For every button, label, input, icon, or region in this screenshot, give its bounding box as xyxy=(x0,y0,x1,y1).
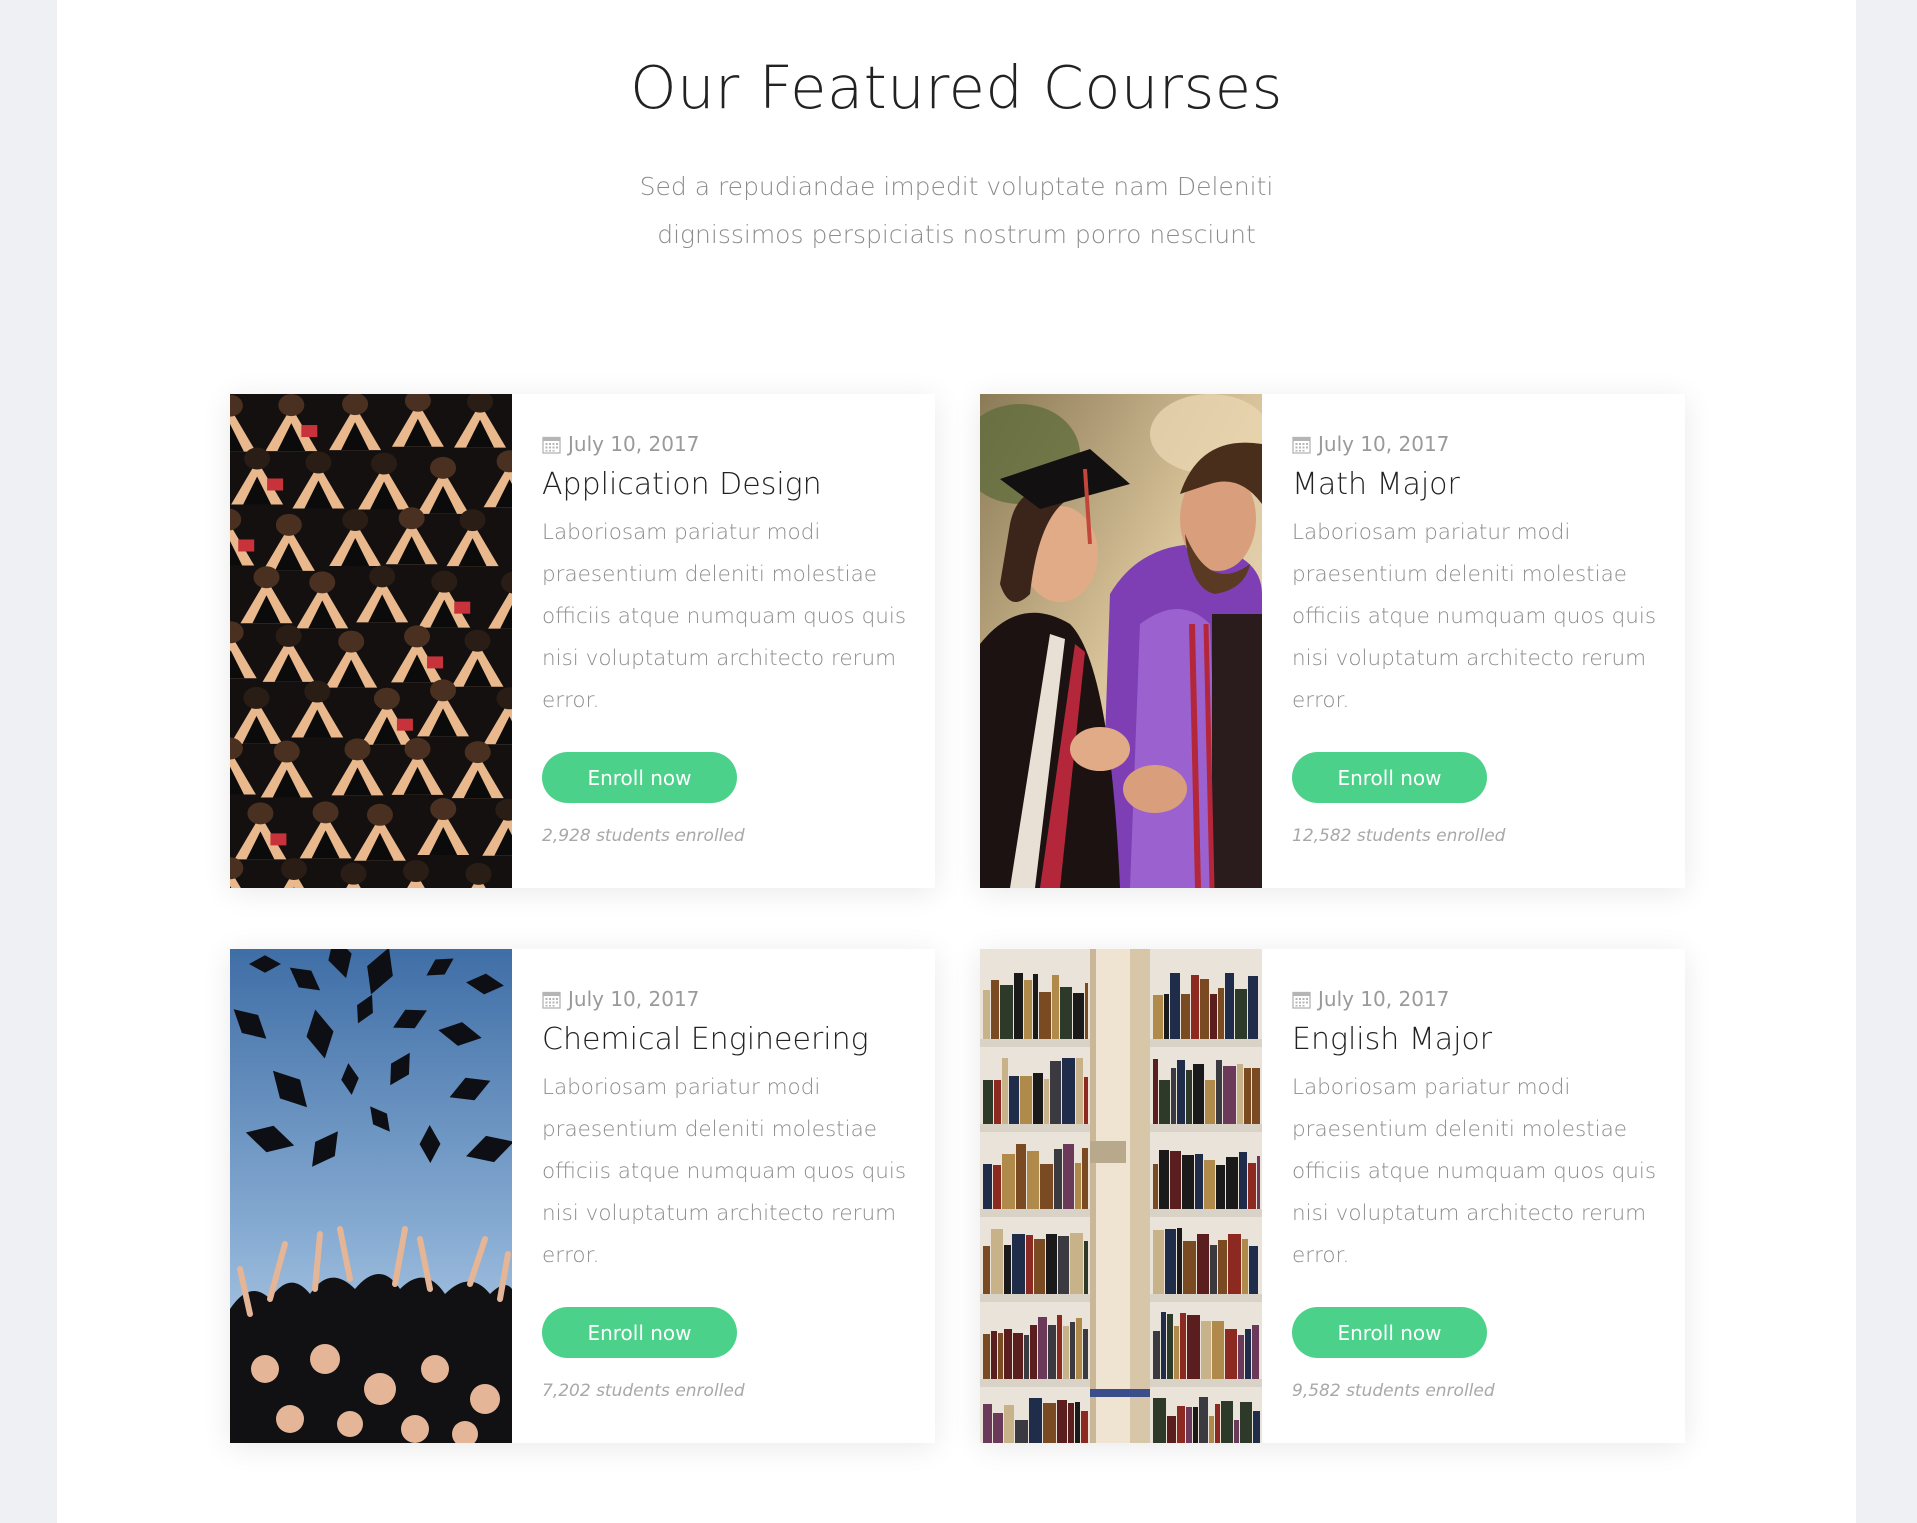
course-card-body: July 10, 2017 English Major Laboriosam p… xyxy=(1262,949,1685,1443)
course-card-body: July 10, 2017 Application Design Laborio… xyxy=(512,394,935,888)
course-image-caps-thrown[interactable] xyxy=(230,949,512,1443)
course-description: Laboriosam pariatur modi praesentium del… xyxy=(542,1075,907,1268)
subtitle-line-1: Sed a repudiandae impedit voluptate nam … xyxy=(639,172,1274,201)
course-image-graduates-crowd[interactable] xyxy=(230,394,512,888)
course-date: July 10, 2017 xyxy=(1292,432,1449,456)
students-enrolled-count: 9,582 students enrolled xyxy=(1292,1381,1495,1401)
course-title[interactable]: Application Design xyxy=(542,465,822,505)
caps-thrown-photo xyxy=(230,949,512,1443)
students-enrolled-count: 7,202 students enrolled xyxy=(542,1381,745,1401)
course-description: Laboriosam pariatur modi praesentium del… xyxy=(1292,520,1657,713)
course-card[interactable]: July 10, 2017 Math Major Laboriosam pari… xyxy=(980,394,1685,888)
course-date-text: July 10, 2017 xyxy=(1318,432,1450,456)
subtitle-line-2: dignissimos perspiciatis nostrum porro n… xyxy=(657,220,1256,249)
course-card[interactable]: July 10, 2017 English Major Laboriosam p… xyxy=(980,949,1685,1443)
course-title[interactable]: Math Major xyxy=(1292,465,1460,505)
library-shelves-photo xyxy=(980,949,1262,1443)
calendar-icon xyxy=(542,991,561,1009)
course-card-body: July 10, 2017 Math Major Laboriosam pari… xyxy=(1262,394,1685,888)
course-title[interactable]: English Major xyxy=(1292,1020,1492,1060)
course-image-graduate-couple[interactable] xyxy=(980,394,1262,888)
course-title[interactable]: Chemical Engineering xyxy=(542,1020,869,1060)
enroll-now-button[interactable]: Enroll now xyxy=(542,752,737,803)
course-date-text: July 10, 2017 xyxy=(1318,987,1450,1011)
course-date: July 10, 2017 xyxy=(1292,987,1449,1011)
course-card[interactable]: July 10, 2017 Application Design Laborio… xyxy=(230,394,935,888)
students-enrolled-count: 12,582 students enrolled xyxy=(1292,826,1506,846)
course-image-library-shelves[interactable] xyxy=(980,949,1262,1443)
courses-section: Our Featured Courses Sed a repudiandae i… xyxy=(57,0,1856,1523)
enroll-now-button[interactable]: Enroll now xyxy=(1292,1307,1487,1358)
course-date: July 10, 2017 xyxy=(542,432,699,456)
course-description: Laboriosam pariatur modi praesentium del… xyxy=(542,520,907,713)
course-card[interactable]: July 10, 2017 Chemical Engineering Labor… xyxy=(230,949,935,1443)
course-date-text: July 10, 2017 xyxy=(568,987,700,1011)
enroll-now-button[interactable]: Enroll now xyxy=(1292,752,1487,803)
students-enrolled-count: 2,928 students enrolled xyxy=(542,826,745,846)
calendar-icon xyxy=(1292,991,1311,1009)
course-date: July 10, 2017 xyxy=(542,987,699,1011)
course-date-text: July 10, 2017 xyxy=(568,432,700,456)
section-subtitle: Sed a repudiandae impedit voluptate nam … xyxy=(57,163,1856,259)
graduate-couple-photo xyxy=(980,394,1262,888)
enroll-now-button[interactable]: Enroll now xyxy=(542,1307,737,1358)
course-description: Laboriosam pariatur modi praesentium del… xyxy=(1292,1075,1657,1268)
calendar-icon xyxy=(542,436,561,454)
course-card-body: July 10, 2017 Chemical Engineering Labor… xyxy=(512,949,935,1443)
graduates-crowd-photo xyxy=(230,394,512,888)
calendar-icon xyxy=(1292,436,1311,454)
section-title: Our Featured Courses xyxy=(630,53,1283,122)
